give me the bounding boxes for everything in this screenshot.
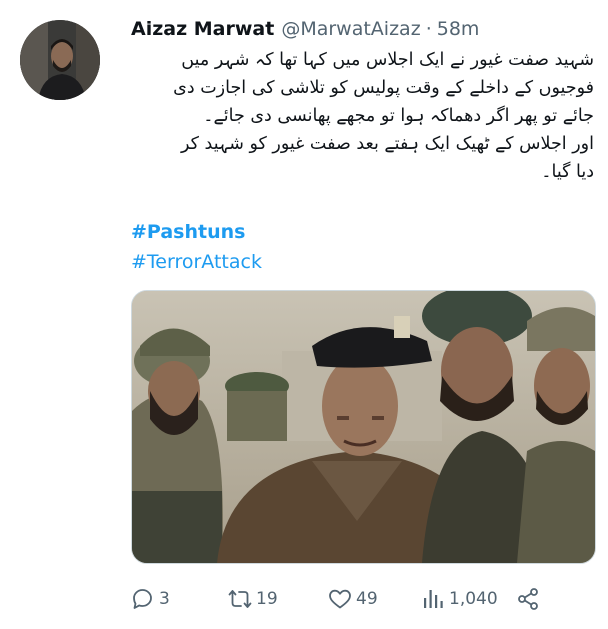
- reply-button[interactable]: 3: [131, 584, 170, 614]
- separator-dot: ·: [425, 18, 432, 40]
- hashtag-pashtuns[interactable]: #Pashtuns: [131, 221, 245, 243]
- like-button[interactable]: 49: [328, 584, 378, 614]
- tweet-action-bar: 3 19 49 1,040: [131, 584, 594, 614]
- share-icon: [518, 588, 538, 610]
- author-name[interactable]: Aizaz Marwat: [131, 18, 274, 40]
- tweet-text-line: شہید صفت غیور نے ایک اجلاس میں کہا تھا ک…: [181, 50, 594, 70]
- author-avatar[interactable]: [20, 20, 100, 100]
- tweet-text: شہید صفت غیور نے ایک اجلاس میں کہا تھا ک…: [125, 46, 594, 186]
- retweet-count: 19: [256, 589, 278, 609]
- author-handle[interactable]: @MarwatAizaz: [281, 18, 420, 40]
- retweet-icon: [228, 590, 252, 608]
- views-bar-chart-icon: [424, 590, 443, 608]
- tweet-text-line: دیا گیا۔: [541, 162, 594, 182]
- hashtag-terrorattack[interactable]: #TerrorAttack: [131, 251, 262, 273]
- avatar-image: [20, 20, 100, 100]
- reply-count: 3: [159, 589, 170, 609]
- tweet-text-line: فوجیوں کے داخلے کے وقت پولیس کو تلاشی کی…: [173, 78, 594, 98]
- like-count: 49: [356, 589, 378, 609]
- tweet-timestamp[interactable]: 58m: [437, 18, 480, 40]
- tweet-header: Aizaz Marwat @MarwatAizaz · 58m: [131, 14, 598, 44]
- retweet-button[interactable]: 19: [228, 584, 278, 614]
- views-button[interactable]: 1,040: [421, 584, 498, 614]
- reply-icon: [133, 589, 152, 609]
- views-count: 1,040: [449, 589, 498, 609]
- heart-icon: [329, 589, 351, 609]
- tweet-text-line: اور اجلاس کے ٹھیک ایک ہفتے بعد صفت غیور …: [180, 134, 594, 154]
- tweet-text-line: جائے تو پھر اگر دھماکہ ہوا تو مجھے پھانس…: [203, 106, 594, 126]
- share-button[interactable]: [516, 584, 540, 614]
- tweet-media-photo[interactable]: [131, 290, 596, 564]
- photo-image: [132, 291, 595, 563]
